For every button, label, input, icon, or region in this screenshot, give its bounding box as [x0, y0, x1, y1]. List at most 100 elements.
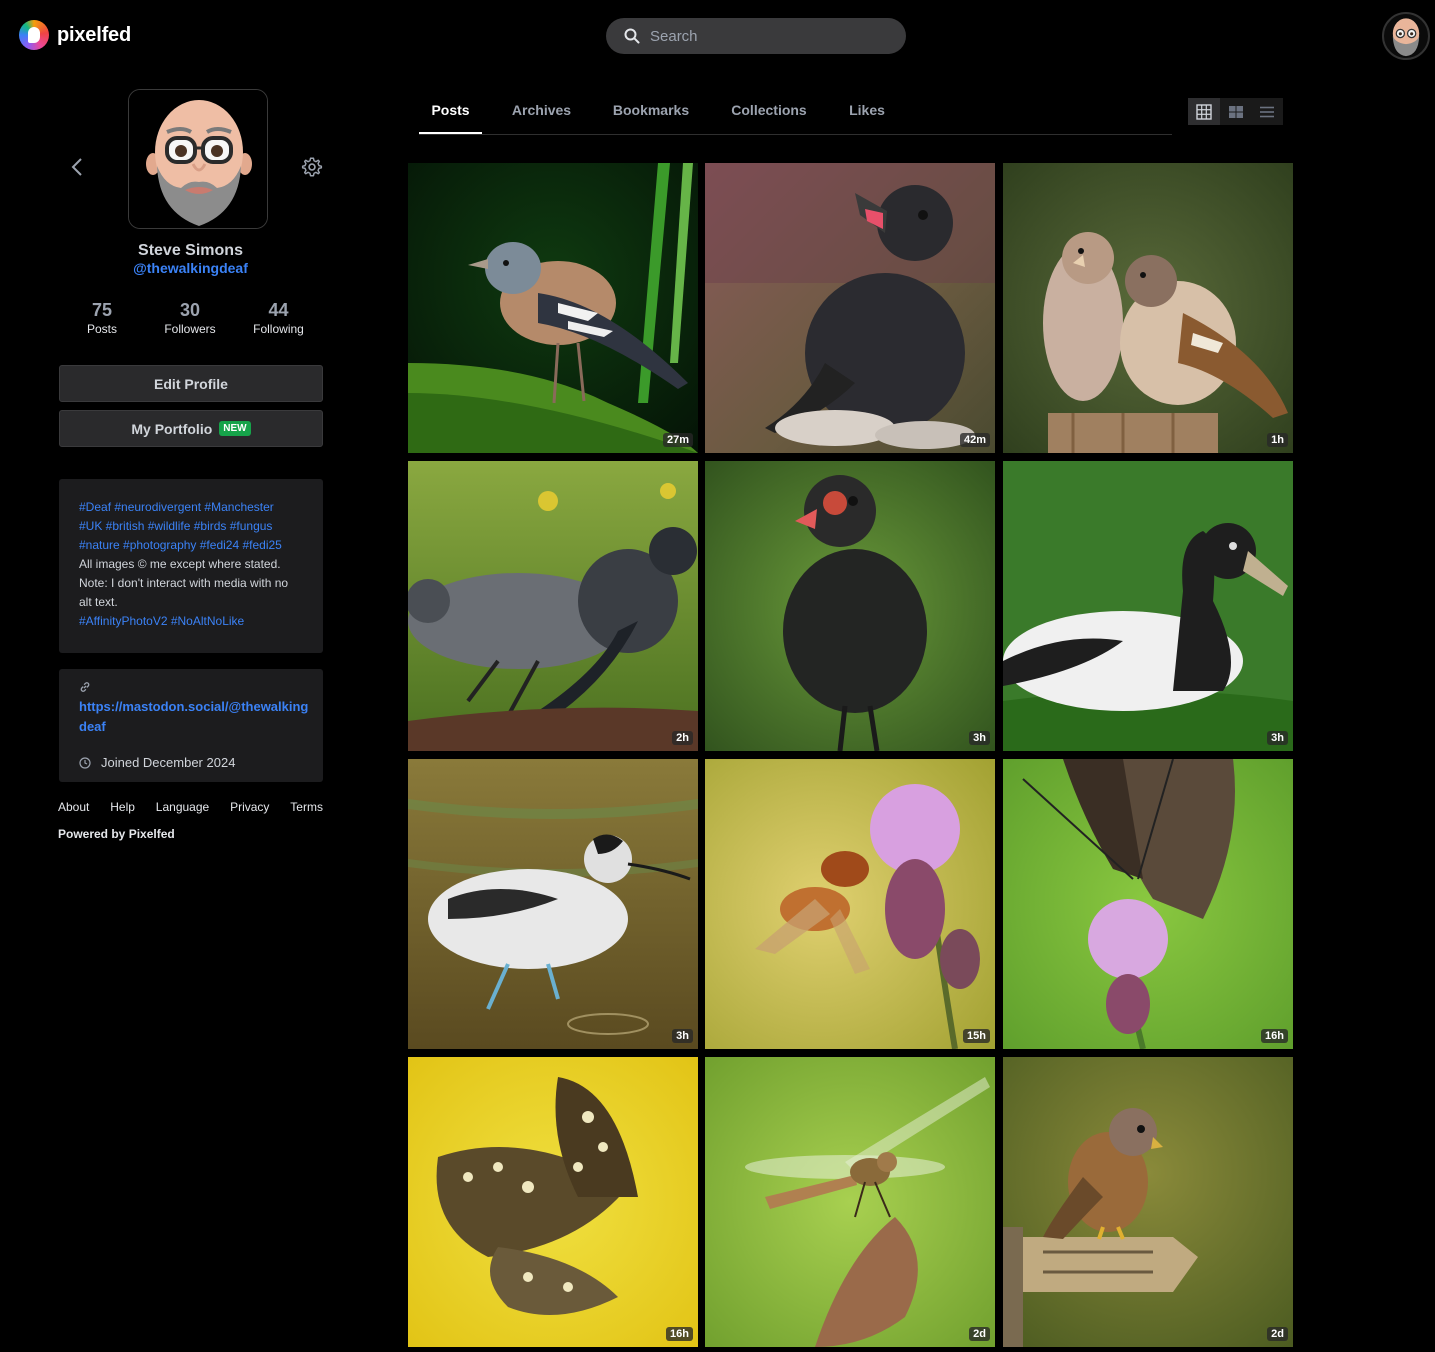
pixelfed-logo[interactable]: pixelfed [19, 20, 131, 50]
search-input[interactable] [650, 27, 870, 45]
footer-link-language[interactable]: Language [156, 800, 209, 814]
tab-archives[interactable]: Archives [508, 88, 575, 134]
my-portfolio-label: My Portfolio [131, 420, 213, 437]
peacock-butterfly-photo [1003, 759, 1293, 1049]
footer-link-terms[interactable]: Terms [290, 800, 323, 814]
post-thumbnail[interactable]: 1h [1003, 163, 1293, 453]
avatar-image [1392, 18, 1420, 57]
post-time-badge: 2h [672, 731, 693, 745]
profile-avatar[interactable] [128, 89, 268, 229]
footer-links: About Help Language Privacy Terms [58, 800, 323, 814]
new-badge: NEW [219, 421, 251, 436]
chaffinch-photo [408, 163, 698, 453]
stat-followers-count: 30 [179, 300, 201, 320]
link-icon [80, 682, 90, 692]
bio-hashtags[interactable]: #UK #british #wildlife #birds #fungus [79, 517, 303, 536]
stat-following-label: Following [253, 322, 304, 336]
post-thumbnail[interactable]: 27m [408, 163, 698, 453]
back-chevron-icon[interactable] [68, 156, 86, 178]
pixelfed-logo-icon [19, 20, 49, 50]
tab-posts[interactable]: Posts [419, 88, 482, 134]
grid-3-icon [1196, 103, 1212, 120]
post-thumbnail[interactable]: 16h [408, 1057, 698, 1347]
post-thumbnail[interactable]: 2d [1003, 1057, 1293, 1347]
bio-hashtags[interactable]: #AffinityPhotoV2 #NoAltNoLike [79, 612, 303, 631]
post-thumbnail[interactable]: 16h [1003, 759, 1293, 1049]
stat-posts-count: 75 [91, 300, 113, 320]
search-icon [624, 28, 640, 44]
stat-following-count: 44 [268, 300, 289, 320]
tab-collections[interactable]: Collections [727, 88, 811, 134]
post-time-badge: 27m [662, 433, 693, 447]
post-thumbnail[interactable]: 42m [705, 163, 995, 453]
stat-following[interactable]: 44 Following [234, 300, 323, 336]
profile-links-card: https://mastodon.social/@thewalkingdeaf … [59, 669, 323, 782]
grid-3-view-button[interactable] [1188, 98, 1220, 125]
sparrows-photo [1003, 163, 1293, 453]
post-thumbnail[interactable]: 15h [705, 759, 995, 1049]
website-link[interactable]: https://mastodon.social/@thewalkingdeaf [79, 697, 309, 737]
joined-date: Joined December 2024 [79, 755, 235, 770]
bio-text: alt text. [79, 595, 118, 609]
username-handle[interactable]: @thewalkingdeaf [58, 260, 323, 276]
post-time-badge: 2d [1267, 1327, 1288, 1341]
edit-profile-button[interactable]: Edit Profile [59, 365, 323, 402]
coot-chick-photo [705, 461, 995, 751]
top-bar: pixelfed [0, 0, 1435, 72]
view-mode-toggle [1188, 98, 1284, 125]
footer-link-help[interactable]: Help [110, 800, 135, 814]
bio-card: #Deaf #neurodivergent #Manchester #UK #b… [59, 479, 323, 653]
list-view-button[interactable] [1251, 98, 1284, 125]
joined-text: Joined December 2024 [101, 755, 236, 770]
post-thumbnail[interactable]: 3h [1003, 461, 1293, 751]
stat-posts-label: Posts [86, 322, 117, 336]
hoverfly-thistle-photo [705, 759, 995, 1049]
edit-profile-label: Edit Profile [154, 375, 228, 392]
bio-text: Note: I don't interact with media with n… [79, 576, 289, 590]
post-time-badge: 16h [1261, 1029, 1288, 1043]
avocet-photo [408, 759, 698, 1049]
stat-followers[interactable]: 30 Followers [146, 300, 234, 336]
post-time-badge: 3h [969, 731, 990, 745]
tab-likes[interactable]: Likes [845, 88, 889, 134]
kestrel-photo [1003, 1057, 1293, 1347]
clock-icon [79, 756, 91, 769]
post-time-badge: 16h [666, 1327, 693, 1341]
grid-2-icon [1228, 105, 1243, 118]
footer-link-about[interactable]: About [58, 800, 89, 814]
search-bar[interactable] [606, 18, 906, 54]
footer-link-privacy[interactable]: Privacy [230, 800, 269, 814]
post-time-badge: 2d [969, 1327, 990, 1341]
user-avatar-button[interactable] [1382, 12, 1430, 60]
stat-posts[interactable]: 75 Posts [58, 300, 146, 336]
app-name: pixelfed [57, 23, 131, 46]
tab-bookmarks[interactable]: Bookmarks [609, 88, 693, 134]
post-time-badge: 15h [963, 1029, 990, 1043]
post-thumbnail[interactable]: 2d [705, 1057, 995, 1347]
bio-hashtags[interactable]: #nature #photography #fedi24 #fedi25 [79, 536, 303, 555]
stat-followers-label: Followers [164, 322, 216, 336]
avatar-image [129, 90, 267, 228]
speckled-wood-photo [408, 1057, 698, 1347]
post-thumbnail[interactable]: 2h [408, 461, 698, 751]
magpie-goose-photo [1003, 461, 1293, 751]
post-time-badge: 3h [672, 1029, 693, 1043]
dragonfly-photo [705, 1057, 995, 1347]
post-time-badge: 1h [1267, 433, 1288, 447]
profile-tabs: Posts Archives Bookmarks Collections Lik… [419, 88, 1172, 135]
bio-hashtags[interactable]: #Deaf #neurodivergent #Manchester [79, 498, 303, 517]
list-icon [1260, 106, 1275, 117]
grid-2-view-button[interactable] [1219, 98, 1252, 125]
juvenile-crow-photo [705, 163, 995, 453]
post-thumbnail[interactable]: 3h [408, 759, 698, 1049]
post-thumbnail[interactable]: 3h [705, 461, 995, 751]
my-portfolio-button[interactable]: My Portfolio NEW [59, 410, 323, 447]
jackdaws-photo [408, 461, 698, 751]
bio-text: All images © me except where stated. [79, 557, 281, 571]
profile-stats: 75 Posts 30 Followers 44 Following [58, 300, 323, 336]
powered-by: Powered by Pixelfed [58, 827, 175, 841]
post-time-badge: 3h [1267, 731, 1288, 745]
display-name: Steve Simons [138, 242, 243, 259]
post-time-badge: 42m [959, 433, 990, 447]
settings-gear-icon[interactable] [301, 156, 323, 178]
